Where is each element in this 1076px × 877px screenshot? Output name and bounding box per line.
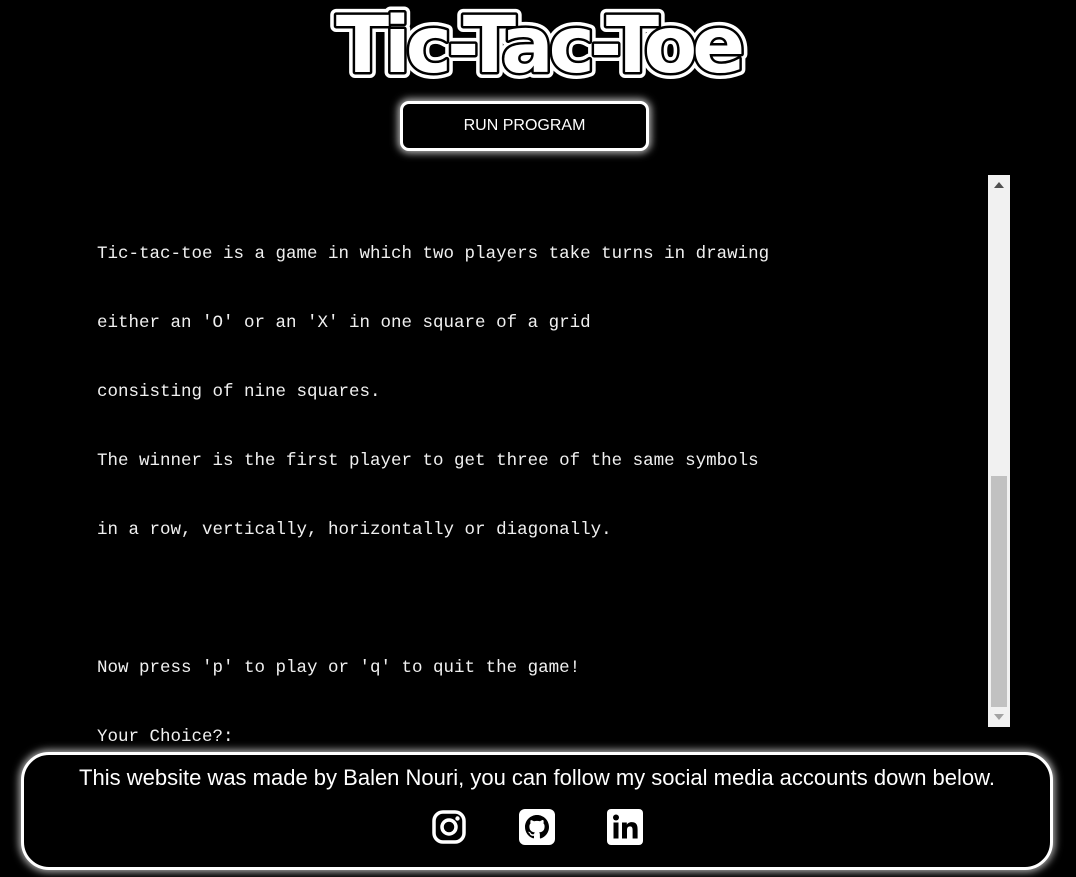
page-title-face: Tic-Tac-Toe: [336, 1, 742, 88]
terminal-line: Your Choice?:: [97, 727, 234, 747]
page: Tic-Tac-Toe Tic-Tac-Toe Tic-Tac-Toe RUN …: [0, 0, 1076, 877]
scrollbar-thumb[interactable]: [991, 476, 1007, 707]
terminal-line: either an 'O' or an 'X' in one square of…: [97, 313, 591, 333]
run-program-button[interactable]: RUN PROGRAM: [400, 101, 649, 151]
scroll-down-arrow-icon[interactable]: [988, 707, 1010, 727]
terminal-line: Tic-tac-toe is a game in which two playe…: [97, 244, 770, 264]
footer: This website was made by Balen Nouri, yo…: [21, 752, 1053, 870]
linkedin-icon: [607, 809, 643, 845]
github-link[interactable]: [519, 809, 555, 845]
footer-text: This website was made by Balen Nouri, yo…: [79, 765, 995, 790]
site-logo: Tic-Tac-Toe Tic-Tac-Toe Tic-Tac-Toe: [0, 0, 1076, 90]
linkedin-link[interactable]: [607, 809, 643, 845]
terminal-scrollbar[interactable]: [988, 175, 1010, 727]
terminal-line: consisting of nine squares.: [97, 382, 381, 402]
terminal-line: in a row, vertically, horizontally or di…: [97, 520, 612, 540]
github-icon: [519, 809, 555, 845]
terminal-line: The winner is the first player to get th…: [97, 451, 759, 471]
social-links: [24, 809, 1050, 845]
logo-title-svg: Tic-Tac-Toe Tic-Tac-Toe Tic-Tac-Toe: [330, 0, 753, 88]
instagram-link[interactable]: [431, 809, 467, 845]
terminal-line: Now press 'p' to play or 'q' to quit the…: [97, 658, 581, 678]
terminal[interactable]: Tic-tac-toe is a game in which two playe…: [66, 175, 1010, 818]
scroll-up-arrow-icon[interactable]: [988, 175, 1010, 195]
instagram-icon: [432, 810, 466, 844]
